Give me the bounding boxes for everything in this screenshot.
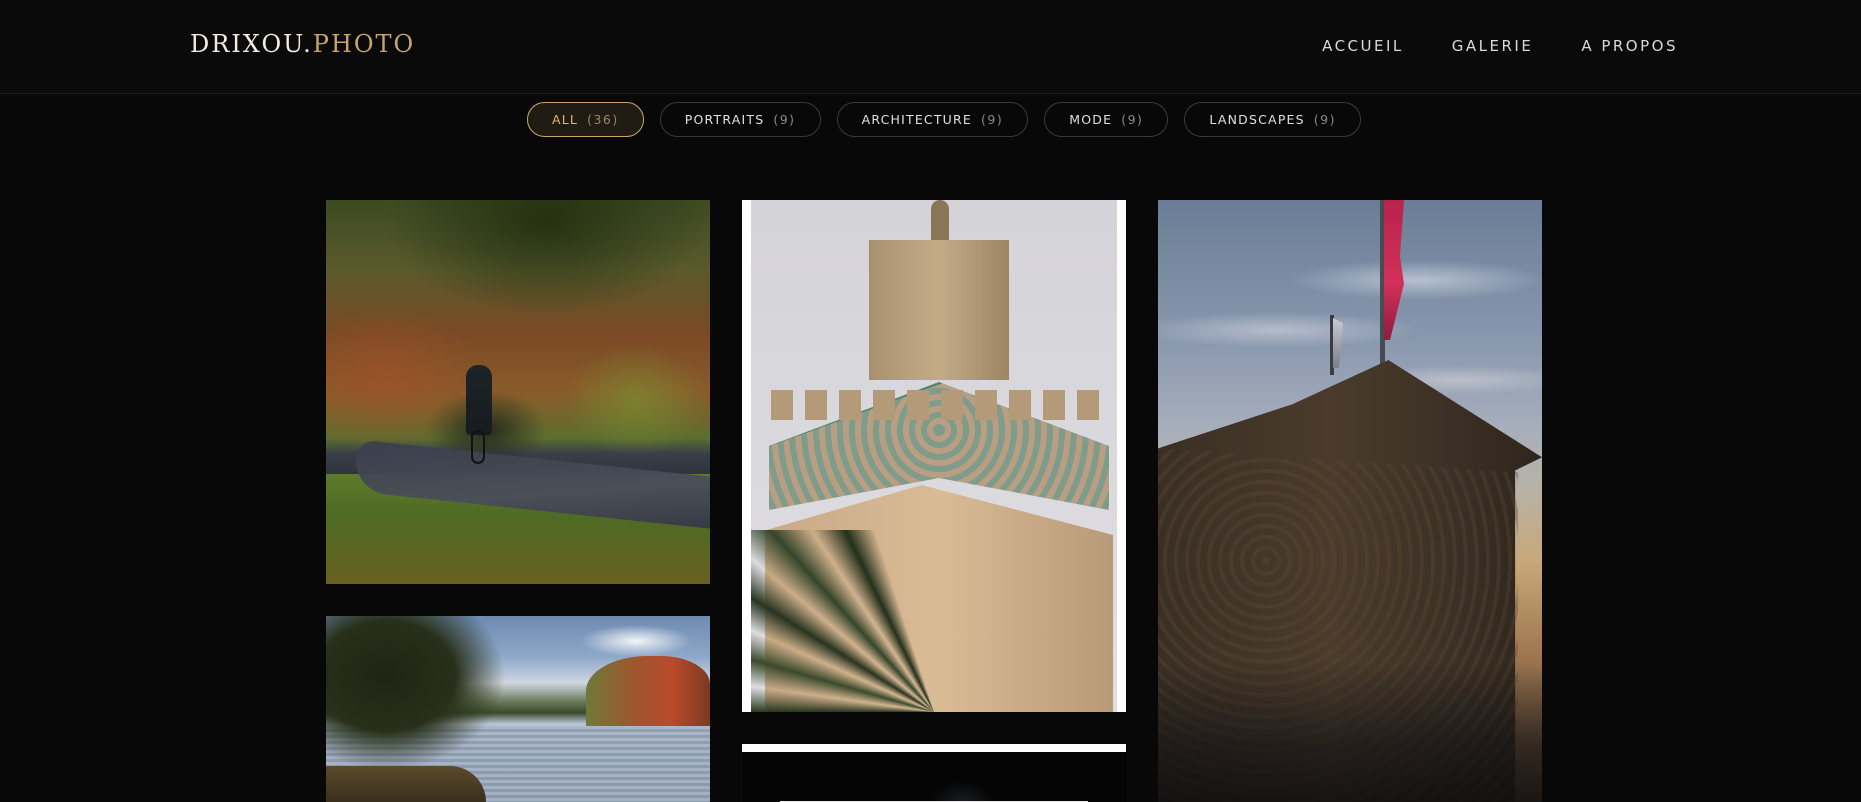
- site-header: DRIXOU.PHOTO ACCUEIL GALERIE A PROPOS: [0, 0, 1861, 94]
- photo-tower-top: [869, 240, 1009, 380]
- filter-portraits-button[interactable]: PORTRAITS (9): [659, 102, 821, 137]
- filter-label: PORTRAITS: [684, 112, 765, 127]
- nav-link-galerie[interactable]: GALERIE: [1452, 37, 1534, 55]
- gallery-photo-autumn-bike-path[interactable]: [326, 200, 710, 584]
- photo-plant: [751, 530, 1117, 712]
- nav-link-accueil[interactable]: ACCUEIL: [1322, 37, 1404, 55]
- photo-finial: [931, 200, 949, 245]
- photo-crenellation: [771, 390, 1106, 420]
- filter-label: ALL: [552, 112, 579, 127]
- photo-shadow: [1158, 662, 1542, 802]
- logo-accent: PHOTO: [312, 30, 416, 58]
- filter-landscapes-button[interactable]: LANDSCAPES (9): [1184, 102, 1362, 137]
- filter-all-button[interactable]: ALL (36): [527, 102, 644, 137]
- filter-mode-button[interactable]: MODE (9): [1044, 102, 1169, 137]
- photo-autumn-trees: [586, 656, 710, 726]
- gallery-photo-stone-tower[interactable]: [1158, 200, 1542, 802]
- category-filters: ALL (36) PORTRAITS (9) ARCHITECTURE (9) …: [527, 102, 1362, 137]
- main-nav: ACCUEIL GALERIE A PROPOS: [1322, 37, 1678, 55]
- filter-count: (9): [1313, 112, 1337, 127]
- filter-label: LANDSCAPES: [1209, 112, 1305, 127]
- photo-frame: [751, 200, 1117, 712]
- nav-link-a-propos[interactable]: A PROPOS: [1581, 37, 1678, 55]
- photo-foliage: [546, 330, 710, 480]
- filter-count: (36): [587, 112, 619, 127]
- filter-architecture-button[interactable]: ARCHITECTURE (9): [836, 102, 1029, 137]
- gallery-photo-dark[interactable]: [742, 744, 1126, 802]
- filter-count: (9): [1121, 112, 1144, 127]
- gallery-photo-minaret[interactable]: [742, 200, 1126, 712]
- photo-cyclist: [466, 365, 492, 435]
- filter-count: (9): [773, 112, 796, 127]
- filter-label: ARCHITECTURE: [861, 112, 973, 127]
- photo-shore: [326, 766, 486, 802]
- filter-label: MODE: [1069, 112, 1113, 127]
- gallery-photo-lake[interactable]: [326, 616, 710, 802]
- photo-border: [742, 744, 1126, 752]
- photo-cloud: [566, 621, 706, 661]
- filter-count: (9): [981, 112, 1004, 127]
- site-logo[interactable]: DRIXOU.PHOTO: [190, 30, 415, 58]
- logo-text: DRIXOU.: [190, 30, 313, 58]
- photo-silhouette: [922, 764, 1002, 802]
- photo-bike-wheel: [471, 430, 485, 464]
